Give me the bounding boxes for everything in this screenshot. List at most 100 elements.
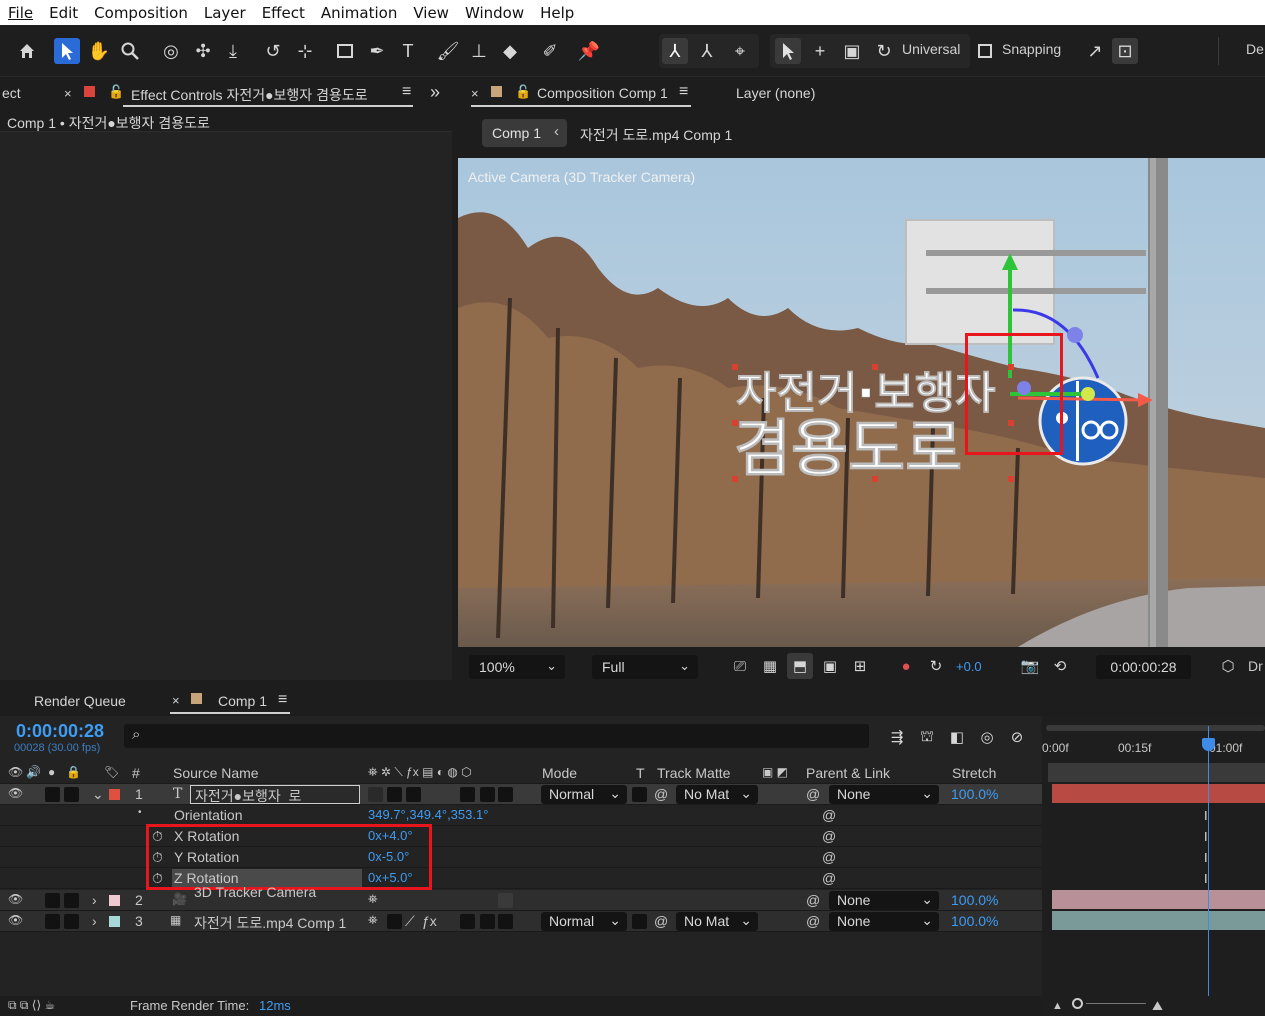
type-tool-icon[interactable]: T xyxy=(395,38,421,64)
more-panels-icon[interactable]: » xyxy=(430,82,440,103)
mode-select[interactable]: Normal ⌄ xyxy=(541,785,627,804)
menu-view[interactable]: View xyxy=(405,4,457,22)
close-icon[interactable]: × xyxy=(172,693,180,708)
quality-icon[interactable]: ⟋ xyxy=(405,913,415,930)
reset-exposure-icon[interactable]: ↻ xyxy=(923,653,949,679)
frame-blending-icon[interactable]: ◎ xyxy=(974,724,1000,750)
3d-renderer-icon[interactable]: ⬡ xyxy=(1215,653,1241,679)
layer-label-color[interactable] xyxy=(109,895,120,906)
zoom-dropdown[interactable]: 100% ⌄ xyxy=(469,655,565,679)
work-area-bar[interactable] xyxy=(1046,725,1265,731)
clone-stamp-tool-icon[interactable]: ⊥ xyxy=(466,38,492,64)
stretch-value[interactable]: 100.0% xyxy=(951,892,998,908)
camera-switch[interactable] xyxy=(498,893,513,908)
expand-icon[interactable]: ↗ xyxy=(1082,38,1108,64)
universal-label[interactable]: Universal xyxy=(902,41,960,57)
lock-toggle[interactable] xyxy=(64,893,79,908)
render-queue-tab[interactable]: Render Queue xyxy=(34,693,126,709)
hand-tool-icon[interactable]: ✋ xyxy=(86,38,112,64)
close-icon[interactable]: × xyxy=(64,86,72,101)
layer-row[interactable]: 👁 ⌄ 1 T 자전거●보행자_로 Normal ⌄ @ No Mat ⌄ @ … xyxy=(0,784,1042,805)
column-source-name[interactable]: Source Name xyxy=(173,765,259,781)
3d-layer-switch[interactable] xyxy=(498,914,513,929)
shy-switch-icon[interactable]: ⛯ xyxy=(368,913,378,928)
pan-camera-icon[interactable]: ✣ xyxy=(190,38,216,64)
collapse-switch[interactable] xyxy=(387,787,402,802)
lock-icon[interactable]: 🔓 xyxy=(108,84,124,100)
zoom-tool-icon[interactable] xyxy=(117,38,143,64)
layer-name[interactable]: 자전거 도로.mp4 Comp 1 xyxy=(194,913,346,933)
expression-pickwhip-icon[interactable]: @ xyxy=(822,828,836,844)
view-axis-icon[interactable]: ⌖ xyxy=(727,38,753,64)
parent-select[interactable]: None ⌄ xyxy=(829,912,939,931)
adjustment-switch[interactable] xyxy=(460,787,475,802)
menu-effect[interactable]: Effect xyxy=(254,4,313,22)
composition-tab[interactable]: Composition Comp 1 xyxy=(537,85,668,101)
solo-toggle[interactable] xyxy=(45,893,60,908)
anchor-point-tool-icon[interactable]: ⊹ xyxy=(292,38,318,64)
menu-composition[interactable]: Composition xyxy=(86,4,196,22)
transparency-grid-icon[interactable]: ▦ xyxy=(757,653,783,679)
preserve-transparency-toggle[interactable] xyxy=(632,914,647,929)
menu-file[interactable]: File xyxy=(0,4,41,22)
region-of-interest-icon[interactable]: ▣ xyxy=(817,653,843,679)
color-channels-icon[interactable]: ● xyxy=(893,653,919,679)
motion-blur-switch[interactable] xyxy=(480,787,495,802)
mask-visibility-icon[interactable]: ⬒ xyxy=(787,653,813,679)
home-icon[interactable] xyxy=(14,38,40,64)
layer-label-color[interactable] xyxy=(109,916,120,927)
composition-viewer[interactable]: 자전거·보행자 겸용도로 Active Camera (3D Tracker C… xyxy=(458,158,1265,647)
rotation-tool-icon[interactable]: ↺ xyxy=(260,38,286,64)
effect-controls-tab[interactable]: Effect Controls 자전거●보행자 겸용도로 xyxy=(131,85,368,105)
rectangle-tool-icon[interactable] xyxy=(332,38,358,64)
gizmo-select-icon[interactable] xyxy=(775,38,801,64)
zoom-slider-track[interactable] xyxy=(1086,1003,1146,1004)
eye-icon[interactable]: 👁 xyxy=(8,913,23,927)
show-snapshot-icon[interactable]: ⟲ xyxy=(1047,653,1073,679)
solo-toggle[interactable] xyxy=(45,787,60,802)
current-time[interactable]: 0:00:00:28 xyxy=(16,721,104,742)
layer-row[interactable]: 👁 › 3 ▦ 자전거 도로.mp4 Comp 1 ⛯ ⟋ ƒx Normal … xyxy=(0,911,1042,932)
lock-toggle[interactable] xyxy=(64,914,79,929)
timeline-graph[interactable]: 0:00f 00:15f 01:00f I I I I ▲ ⛰ xyxy=(1042,716,1265,1016)
local-axis-icon[interactable]: ⅄ xyxy=(662,38,688,64)
lock-icon[interactable]: 🔓 xyxy=(515,84,531,100)
rotate-gizmo-icon[interactable]: ↻ xyxy=(871,38,897,64)
layer-label-color[interactable] xyxy=(109,789,120,800)
puppet-pin-tool-icon[interactable]: 📌 xyxy=(576,38,602,64)
workspace-label[interactable]: De xyxy=(1246,41,1264,57)
menu-help[interactable]: Help xyxy=(532,4,582,22)
draft-3d-icon[interactable]: ⛫ xyxy=(914,724,940,750)
renderer-label[interactable]: Dr xyxy=(1248,658,1263,674)
layer-row[interactable]: 👁 › 2 🎥 3D Tracker Camera ⛯ @ None ⌄ 100… xyxy=(0,884,1042,911)
expression-pickwhip-icon[interactable]: @ xyxy=(822,807,836,823)
expression-pickwhip-icon[interactable]: @ xyxy=(822,849,836,865)
fx-icon[interactable]: ƒx xyxy=(422,913,437,929)
keyframe-icon[interactable]: I xyxy=(1204,871,1208,886)
brush-tool-icon[interactable]: 🖌 xyxy=(435,38,461,64)
pickwhip-icon[interactable]: @ xyxy=(654,786,668,802)
pickwhip-icon[interactable]: @ xyxy=(654,913,668,929)
comp-tab[interactable]: Comp 1 xyxy=(218,693,267,709)
quality-switch[interactable] xyxy=(406,787,421,802)
shy-switch[interactable] xyxy=(368,787,383,802)
snapping-label[interactable]: Snapping xyxy=(1002,41,1061,57)
selection-tool-icon[interactable] xyxy=(54,38,80,64)
orbit-camera-icon[interactable]: ◎ xyxy=(158,38,184,64)
move-gizmo-icon[interactable]: + xyxy=(807,38,833,64)
scale-gizmo-icon[interactable]: ▣ xyxy=(839,38,865,64)
motion-blur-icon[interactable]: ⊘ xyxy=(1004,724,1030,750)
toggle-switches-icon[interactable]: ⧉ ⧉ ⟨⟩ ☕ xyxy=(8,998,55,1013)
track-matte-select[interactable]: No Mat ⌄ xyxy=(676,912,758,931)
property-value[interactable]: 349.7°,349.4°,353.1° xyxy=(368,807,488,822)
zoom-out-icon[interactable]: ▲ xyxy=(1052,1000,1063,1012)
layer-1-bar[interactable] xyxy=(1052,784,1265,803)
comp-mini-flowchart-icon[interactable]: ⇶ xyxy=(884,724,910,750)
menu-animation[interactable]: Animation xyxy=(313,4,405,22)
keyframe-icon[interactable]: I xyxy=(1204,808,1208,823)
motion-blur-switch[interactable] xyxy=(480,914,495,929)
breadcrumb-next[interactable]: 자전거 도로.mp4 Comp 1 xyxy=(580,125,732,145)
adjustment-switch[interactable] xyxy=(460,914,475,929)
close-icon[interactable]: × xyxy=(471,86,479,101)
panel-menu-icon[interactable]: ≡ xyxy=(402,83,411,101)
